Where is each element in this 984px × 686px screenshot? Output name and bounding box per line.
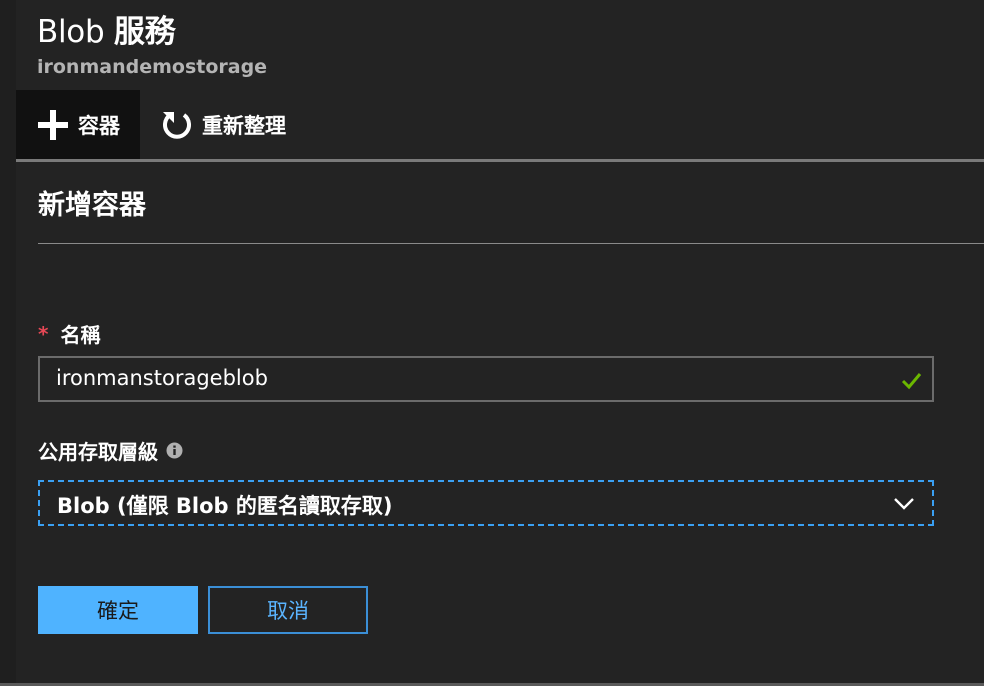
access-level-label: 公用存取層級 <box>38 436 183 465</box>
checkmark-icon <box>900 370 922 392</box>
refresh-button[interactable]: 重新整理 <box>140 90 306 160</box>
container-name-input[interactable]: ironmanstorageblob <box>38 356 934 402</box>
section-divider <box>38 243 984 244</box>
cancel-button[interactable]: 取消 <box>208 586 368 634</box>
container-name-value: ironmanstorageblob <box>56 366 268 390</box>
section-title: 新增容器 <box>38 190 146 221</box>
chevron-down-icon <box>892 494 916 512</box>
page-subtitle: ironmandemostorage <box>37 56 268 78</box>
required-asterisk: * <box>38 321 49 346</box>
add-container-button[interactable]: 容器 <box>16 90 140 160</box>
refresh-icon <box>160 108 194 142</box>
name-field-label: * 名稱 <box>38 319 100 348</box>
command-bar: 容器 重新整理 <box>16 90 306 160</box>
title-zh: 服務 <box>113 14 176 50</box>
toolbar-divider <box>16 159 984 162</box>
access-label-text: 公用存取層級 <box>38 440 158 464</box>
plus-icon <box>36 108 70 142</box>
ok-button[interactable]: 確定 <box>38 586 198 634</box>
blade-header: Blob 服務 ironmandemostorage <box>37 12 267 80</box>
access-level-dropdown[interactable]: Blob (僅限 Blob 的匿名讀取存取) <box>38 480 934 526</box>
info-icon[interactable] <box>166 442 183 459</box>
page-title: Blob 服務 <box>37 12 267 52</box>
access-level-selected: Blob (僅限 Blob 的匿名讀取存取) <box>57 494 393 518</box>
refresh-label: 重新整理 <box>202 114 286 138</box>
add-container-label: 容器 <box>78 114 120 138</box>
title-en: Blob <box>37 14 105 50</box>
left-gutter <box>0 0 16 686</box>
blade: Blob 服務 ironmandemostorage 容器 重新整理 新增容器 … <box>0 0 984 686</box>
name-label-text: 名稱 <box>60 323 101 347</box>
